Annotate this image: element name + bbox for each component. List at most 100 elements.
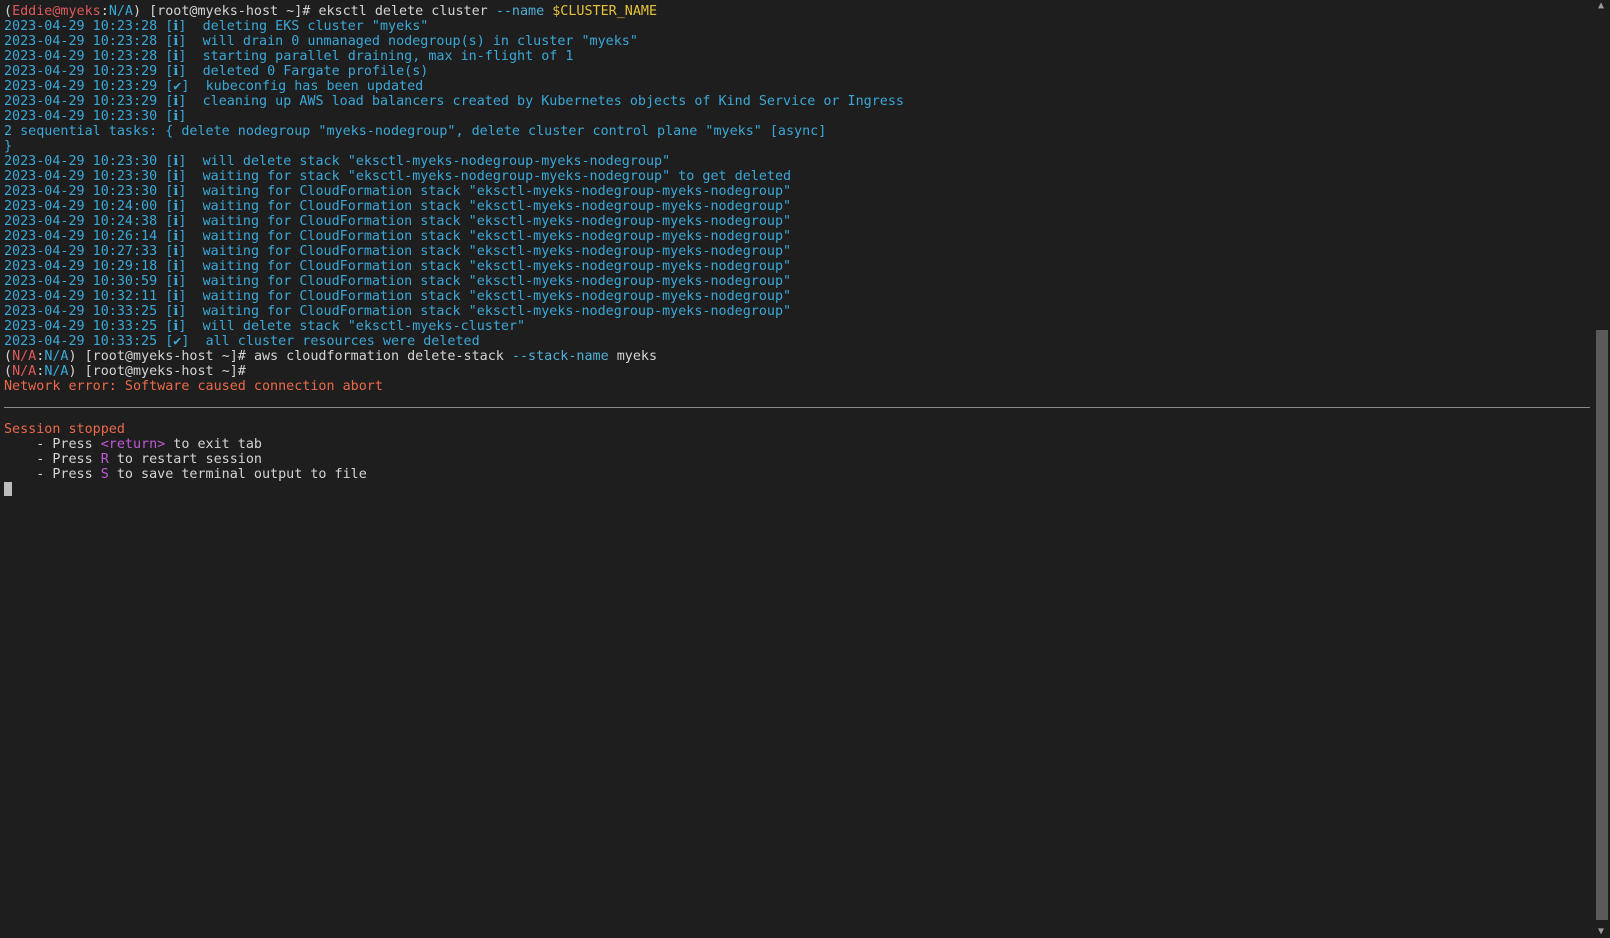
log-timestamp: 2023-04-29 10:23:29 xyxy=(4,79,158,94)
info-icon: [ℹ] xyxy=(165,244,187,259)
log-message: waiting for CloudFormation stack "eksctl… xyxy=(202,289,792,304)
terminal-output: (Eddie@myeks:N/A) [root@myeks-host ~]# e… xyxy=(4,4,1590,938)
info-icon: [ℹ] xyxy=(165,154,187,169)
info-icon: [ℹ] xyxy=(165,199,187,214)
log-line: 2023-04-29 10:24:38 [ℹ] waiting for Clou… xyxy=(4,214,1590,229)
log-line: 2023-04-29 10:27:33 [ℹ] waiting for Clou… xyxy=(4,244,1590,259)
bullet-prefix: - Press xyxy=(4,437,101,452)
info-icon: [ℹ] xyxy=(165,319,187,334)
log-timestamp: 2023-04-29 10:26:14 xyxy=(4,229,158,244)
prompt-paren-close: ) xyxy=(133,4,142,19)
session-stopped-label: Session stopped xyxy=(4,422,125,437)
log-message: cleaning up AWS load balancers created b… xyxy=(202,94,904,109)
log-line: 2023-04-29 10:33:25 [ℹ] will delete stac… xyxy=(4,319,1590,334)
log-timestamp: 2023-04-29 10:23:30 xyxy=(4,109,158,124)
key-s: S xyxy=(100,467,109,482)
log-timestamp: 2023-04-29 10:30:59 xyxy=(4,274,158,289)
log-message: will drain 0 unmanaged nodegroup(s) in c… xyxy=(202,34,638,49)
log-line: 2023-04-29 10:23:30 [ℹ] xyxy=(4,109,1590,124)
terminal-cursor xyxy=(4,482,12,496)
log-line: 2023-04-29 10:23:28 [ℹ] will drain 0 unm… xyxy=(4,34,1590,49)
prompt-user: Eddie@myeks xyxy=(12,4,101,19)
log-timestamp: 2023-04-29 10:33:25 xyxy=(4,319,158,334)
prompt-paren-open: ( xyxy=(4,349,13,364)
log-message: starting parallel draining, max in-fligh… xyxy=(202,49,574,64)
log-timestamp: 2023-04-29 10:23:30 xyxy=(4,184,158,199)
log-message: all cluster resources were deleted xyxy=(205,334,480,349)
log-message: waiting for CloudFormation stack "eksctl… xyxy=(202,259,792,274)
log-line: 2023-04-29 10:23:28 [ℹ] starting paralle… xyxy=(4,49,1590,64)
log-message: waiting for stack "eksctl-myeks-nodegrou… xyxy=(202,169,792,184)
check-icon: [✔] xyxy=(165,334,190,349)
log-timestamp: 2023-04-29 10:24:00 xyxy=(4,199,158,214)
key-return: <return> xyxy=(100,437,166,452)
bullet-prefix: - Press xyxy=(4,452,101,467)
info-icon: [ℹ] xyxy=(165,109,187,124)
prompt-namespace: N/A xyxy=(44,364,69,379)
log-message: deleting EKS cluster "myeks" xyxy=(202,19,429,34)
log-message: waiting for CloudFormation stack "eksctl… xyxy=(202,199,792,214)
log-line: 2023-04-29 10:26:14 [ℹ] waiting for Clou… xyxy=(4,229,1590,244)
info-icon: [ℹ] xyxy=(165,49,187,64)
scroll-up-arrow-icon[interactable]: ▲ xyxy=(1596,1,1606,11)
log-timestamp: 2023-04-29 10:23:29 xyxy=(4,94,158,109)
info-icon: [ℹ] xyxy=(165,274,187,289)
log-line: 2023-04-29 10:23:30 [ℹ] waiting for Clou… xyxy=(4,184,1590,199)
log-line: 2023-04-29 10:23:30 [ℹ] waiting for stac… xyxy=(4,169,1590,184)
log-timestamp: 2023-04-29 10:23:28 xyxy=(4,49,158,64)
command-flag: --stack-name xyxy=(511,349,617,364)
prompt-line: (Eddie@myeks:N/A) [root@myeks-host ~]# e… xyxy=(4,4,1590,19)
log-line: 2023-04-29 10:23:28 [ℹ] deleting EKS clu… xyxy=(4,19,1590,34)
prompt-host: [root@myeks-host ~]# xyxy=(76,364,246,379)
info-icon: [ℹ] xyxy=(165,304,187,319)
log-line: 2023-04-29 10:23:30 [ℹ] will delete stac… xyxy=(4,154,1590,169)
prompt-namespace: N/A xyxy=(44,349,69,364)
command-argument: myeks xyxy=(616,349,658,364)
session-option-restart[interactable]: - Press R to restart session xyxy=(4,452,1590,467)
log-message: waiting for CloudFormation stack "eksctl… xyxy=(202,184,792,199)
info-icon: [ℹ] xyxy=(165,94,187,109)
scrollbar-thumb[interactable] xyxy=(1596,330,1608,920)
log-line: 2023-04-29 10:33:25 [ℹ] waiting for Clou… xyxy=(4,304,1590,319)
log-message: waiting for CloudFormation stack "eksctl… xyxy=(202,214,792,229)
log-message: waiting for CloudFormation stack "eksctl… xyxy=(202,244,792,259)
prompt-host: [root@myeks-host ~]# xyxy=(76,349,254,364)
info-icon: [ℹ] xyxy=(165,19,187,34)
key-r: R xyxy=(100,452,109,467)
log-timestamp: 2023-04-29 10:24:38 xyxy=(4,214,158,229)
log-line: 2023-04-29 10:23:29 [ℹ] deleted 0 Fargat… xyxy=(4,64,1590,79)
log-line: 2023-04-29 10:24:00 [ℹ] waiting for Clou… xyxy=(4,199,1590,214)
log-block-b: 2023-04-29 10:23:30 [ℹ] will delete stac… xyxy=(4,154,1590,349)
cursor-line xyxy=(4,482,1590,497)
log-timestamp: 2023-04-29 10:23:30 xyxy=(4,154,158,169)
log-message: will delete stack "eksctl-myeks-cluster" xyxy=(202,319,526,334)
log-timestamp: 2023-04-29 10:27:33 xyxy=(4,244,158,259)
info-icon: [ℹ] xyxy=(165,229,187,244)
log-line: 2023-04-29 10:23:29 [ℹ] cleaning up AWS … xyxy=(4,94,1590,109)
log-line: 2023-04-29 10:23:29 [✔] kubeconfig has b… xyxy=(4,79,1590,94)
vertical-scrollbar[interactable]: ▲ ▼ xyxy=(1592,0,1610,938)
log-message: waiting for CloudFormation stack "eksctl… xyxy=(202,304,792,319)
log-message: waiting for CloudFormation stack "eksctl… xyxy=(202,274,792,289)
terminal-window[interactable]: (Eddie@myeks:N/A) [root@myeks-host ~]# e… xyxy=(0,0,1610,938)
session-option-save[interactable]: - Press S to save terminal output to fil… xyxy=(4,467,1590,482)
log-message: kubeconfig has been updated xyxy=(205,79,424,94)
check-icon: [✔] xyxy=(165,79,190,94)
info-icon: [ℹ] xyxy=(165,34,187,49)
info-icon: [ℹ] xyxy=(165,289,187,304)
log-message: will delete stack "eksctl-myeks-nodegrou… xyxy=(202,154,671,169)
scroll-down-arrow-icon[interactable]: ▼ xyxy=(1596,927,1606,937)
tasks-line: 2 sequential tasks: { delete nodegroup "… xyxy=(4,124,827,139)
session-option-exit[interactable]: - Press <return> to exit tab xyxy=(4,437,1590,452)
log-timestamp: 2023-04-29 10:29:18 xyxy=(4,259,158,274)
log-line: 2023-04-29 10:30:59 [ℹ] waiting for Clou… xyxy=(4,274,1590,289)
log-line: 2023-04-29 10:33:25 [✔] all cluster reso… xyxy=(4,334,1590,349)
prompt-user: N/A xyxy=(12,364,37,379)
command-text: aws cloudformation delete-stack xyxy=(253,349,512,364)
prompt-line: (N/A:N/A) [root@myeks-host ~]# aws cloud… xyxy=(4,349,1590,364)
info-icon: [ℹ] xyxy=(165,259,187,274)
prompt-line: (N/A:N/A) [root@myeks-host ~]# xyxy=(4,364,1590,379)
log-timestamp: 2023-04-29 10:33:25 xyxy=(4,334,158,349)
log-line: 2023-04-29 10:32:11 [ℹ] waiting for Clou… xyxy=(4,289,1590,304)
prompt-paren-close: ) xyxy=(68,364,77,379)
